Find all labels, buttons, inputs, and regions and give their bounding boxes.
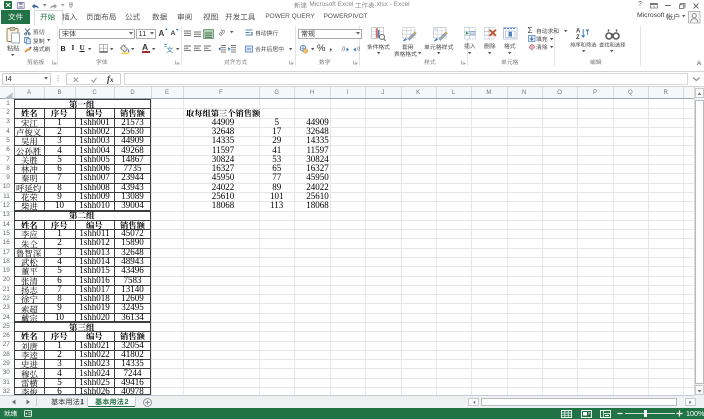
svg-text:Z: Z <box>576 35 580 41</box>
svg-text:.0: .0 <box>356 47 360 53</box>
svg-text:A: A <box>576 29 581 35</box>
svg-text:.0: .0 <box>341 47 345 53</box>
